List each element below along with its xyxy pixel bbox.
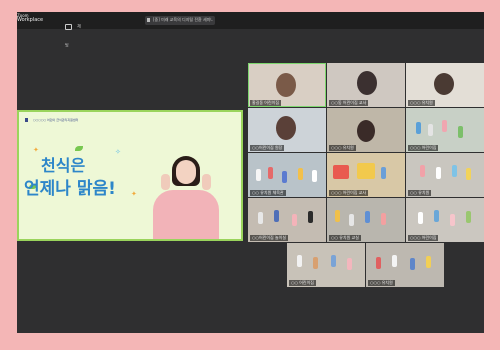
participant-tile[interactable]: ○○○ 유치원 — [327, 108, 405, 152]
participant-tile[interactable]: ○○○ 어린이집 — [406, 108, 484, 152]
participant-tile[interactable]: ○○○ 어린이집 교사 — [327, 153, 405, 197]
participant-avatar — [276, 73, 296, 97]
zoom-window: Zoom Workplace 채팅 [중] 미래 교육의 디지털 전환 세미나 … — [17, 12, 484, 333]
child-figure — [466, 168, 471, 180]
participant-name: ○○○ 유치원 — [368, 280, 395, 286]
shared-screen[interactable]: ○○○○○ 어린이 급식관리지원센터 ✦ ✦ ✧ 천식은 언제나 맑음! — [17, 110, 243, 241]
presenter-body — [153, 190, 219, 239]
participant-tile[interactable]: ○○○ 유치원 — [366, 243, 444, 287]
playground-equipment — [357, 163, 375, 179]
participant-name: 홍길동 어린이집 — [250, 100, 282, 106]
child-figure — [392, 255, 397, 267]
presenter-face — [176, 160, 196, 184]
participant-name: ○○ 유치원 교실 — [329, 235, 361, 241]
participant-avatar — [357, 120, 375, 142]
participant-tile[interactable]: ○○○ 어린이집 — [406, 198, 484, 242]
participant-tile[interactable]: 홍길동 어린이집 — [248, 63, 326, 107]
child-figure — [292, 214, 297, 226]
participant-name: ○○어린이집 놀이실 — [250, 235, 289, 241]
child-figure — [410, 258, 415, 270]
meeting-icon — [147, 18, 150, 22]
child-figure — [365, 211, 370, 223]
child-figure — [297, 255, 302, 267]
playground-equipment — [333, 165, 349, 179]
child-figure — [450, 214, 455, 226]
participant-name: ○○○ 어린이집 — [408, 235, 439, 241]
child-figure — [418, 212, 423, 224]
presenter-hand-right — [202, 174, 211, 190]
child-figure — [458, 126, 463, 138]
meeting-tab-label: [중] 미래 교육의 디지털 전환 세미나 — [153, 17, 213, 22]
sparkle-icon: ✧ — [115, 148, 121, 156]
participant-tile[interactable]: ○○ 유치원 체육관 — [248, 153, 326, 197]
presenter-hand-left — [161, 174, 170, 190]
child-figure — [434, 210, 439, 222]
child-figure — [282, 171, 287, 183]
participant-name: ○○ 어린이집 — [289, 280, 316, 286]
child-figure — [274, 210, 279, 222]
participant-name: ○○ 유치원 — [408, 190, 432, 196]
participant-tile[interactable]: ○○ 어린이집 — [287, 243, 365, 287]
participant-name: ○○ 유치원 체육관 — [250, 190, 286, 196]
participant-tile[interactable]: ○○ 유치원 교실 — [327, 198, 405, 242]
participant-tile[interactable]: ○○ 유치원 — [406, 153, 484, 197]
participant-name: ○○○ 유치원 — [329, 145, 356, 151]
child-figure — [349, 214, 354, 226]
star-icon: ✦ — [33, 146, 39, 154]
child-figure — [256, 169, 261, 181]
participant-name: ○○어린이집 원장 — [250, 145, 285, 151]
participant-tile[interactable]: ○○어린이집 놀이실 — [248, 198, 326, 242]
participant-grid: 홍길동 어린이집 ○○동 어린이집 교사 ○○○ 유치원 ○○어린이집 원장 ○… — [248, 63, 484, 289]
child-figure — [268, 167, 273, 179]
child-figure — [426, 256, 431, 268]
child-figure — [442, 120, 447, 132]
child-figure — [428, 124, 433, 136]
child-figure — [381, 167, 386, 179]
child-figure — [298, 168, 303, 180]
child-figure — [420, 165, 425, 177]
child-figure — [466, 211, 471, 223]
presenter-video — [145, 150, 225, 239]
meeting-tab[interactable]: [중] 미래 교육의 디지털 전환 세미나 — [145, 16, 215, 25]
app-logo: Zoom Workplace — [17, 13, 47, 28]
participant-tile[interactable]: ○○어린이집 원장 — [248, 108, 326, 152]
child-figure — [313, 257, 318, 269]
star-icon: ✦ — [131, 190, 137, 198]
participant-name: ○○○ 어린이집 교사 — [329, 190, 369, 196]
participant-avatar — [357, 71, 377, 95]
participant-avatar — [276, 116, 296, 140]
child-figure — [335, 210, 340, 222]
participant-name: ○○○ 유치원 — [408, 100, 435, 106]
participant-name: ○○동 어린이집 교사 — [329, 100, 369, 106]
org-logo-icon — [25, 118, 28, 122]
child-figure — [376, 257, 381, 269]
participant-tile[interactable]: ○○동 어린이집 교사 — [327, 63, 405, 107]
child-figure — [331, 255, 336, 267]
participant-name: ○○○ 어린이집 — [408, 145, 439, 151]
child-figure — [381, 213, 386, 225]
child-figure — [347, 258, 352, 270]
slide-title-line1: 천식은 — [41, 156, 86, 175]
participant-tile[interactable]: ○○○ 유치원 — [406, 63, 484, 107]
leaf-icon — [75, 146, 83, 151]
child-figure — [436, 167, 441, 179]
top-bar: Zoom Workplace 채팅 [중] 미래 교육의 디지털 전환 세미나 — [17, 12, 484, 48]
child-figure — [258, 212, 263, 224]
participant-avatar — [434, 73, 454, 95]
chat-tab[interactable]: 채팅 — [65, 16, 83, 48]
child-figure — [416, 122, 421, 134]
child-figure — [308, 211, 313, 223]
child-figure — [312, 170, 317, 182]
chat-icon — [65, 23, 72, 30]
child-figure — [452, 165, 457, 177]
org-text: ○○○○○ 어린이 급식관리지원센터 — [33, 118, 79, 122]
slide-title-line2: 언제나 맑음! — [24, 179, 116, 199]
logo-line2: Workplace — [17, 17, 44, 23]
